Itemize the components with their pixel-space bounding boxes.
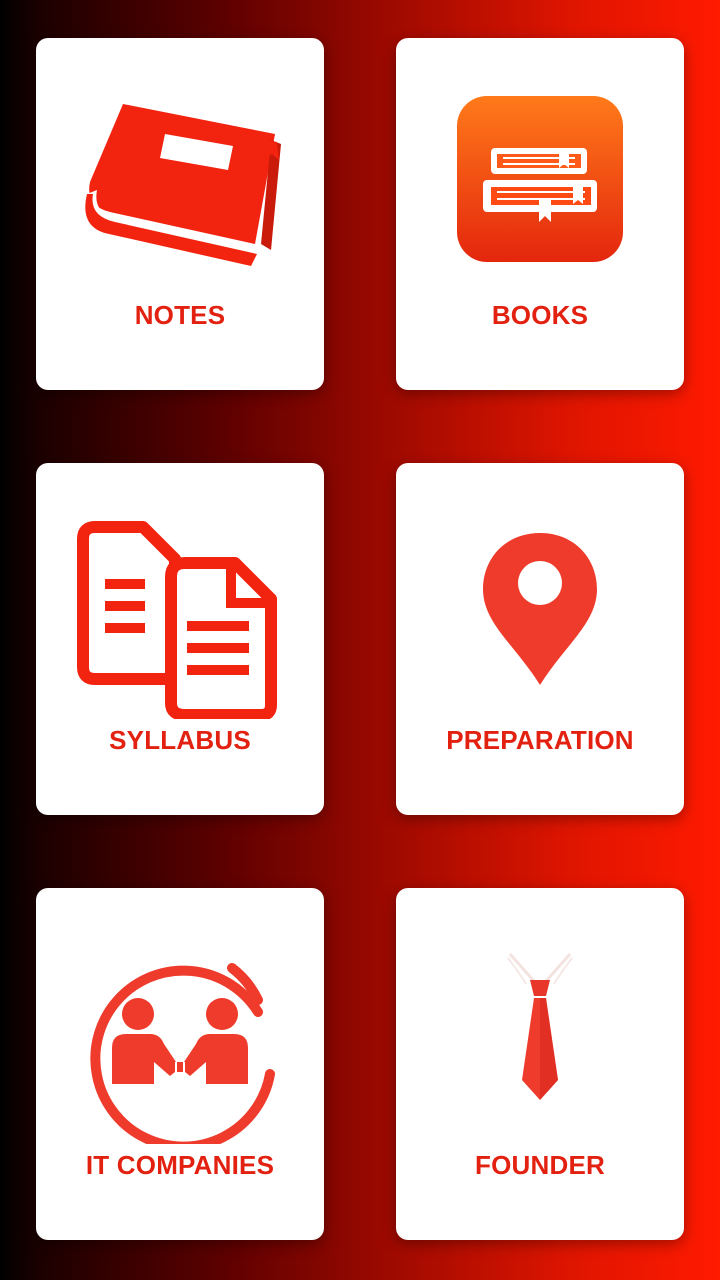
syllabus-card[interactable]: SYLLABUS — [36, 463, 324, 815]
location-pin-icon — [396, 519, 684, 739]
preparation-card[interactable]: PREPARATION — [396, 463, 684, 815]
documents-copy-icon — [36, 519, 324, 739]
notes-label: NOTES — [134, 300, 226, 330]
notes-card[interactable]: NOTES — [36, 38, 324, 390]
books-card[interactable]: BOOKS — [396, 38, 684, 390]
syllabus-label: SYLLABUS — [109, 725, 251, 755]
notebook-icon — [36, 94, 324, 314]
handshake-icon — [36, 944, 324, 1164]
founder-label: FOUNDER — [475, 1150, 605, 1180]
founder-card[interactable]: FOUNDER — [396, 888, 684, 1240]
preparation-label: PREPARATION — [446, 725, 634, 755]
it-companies-card[interactable]: IT COMPANIES — [36, 888, 324, 1240]
necktie-icon — [396, 944, 684, 1164]
books-label: BOOKS — [491, 300, 589, 330]
it-companies-label: IT COMPANIES — [85, 1150, 275, 1180]
books-stack-icon — [396, 94, 684, 314]
